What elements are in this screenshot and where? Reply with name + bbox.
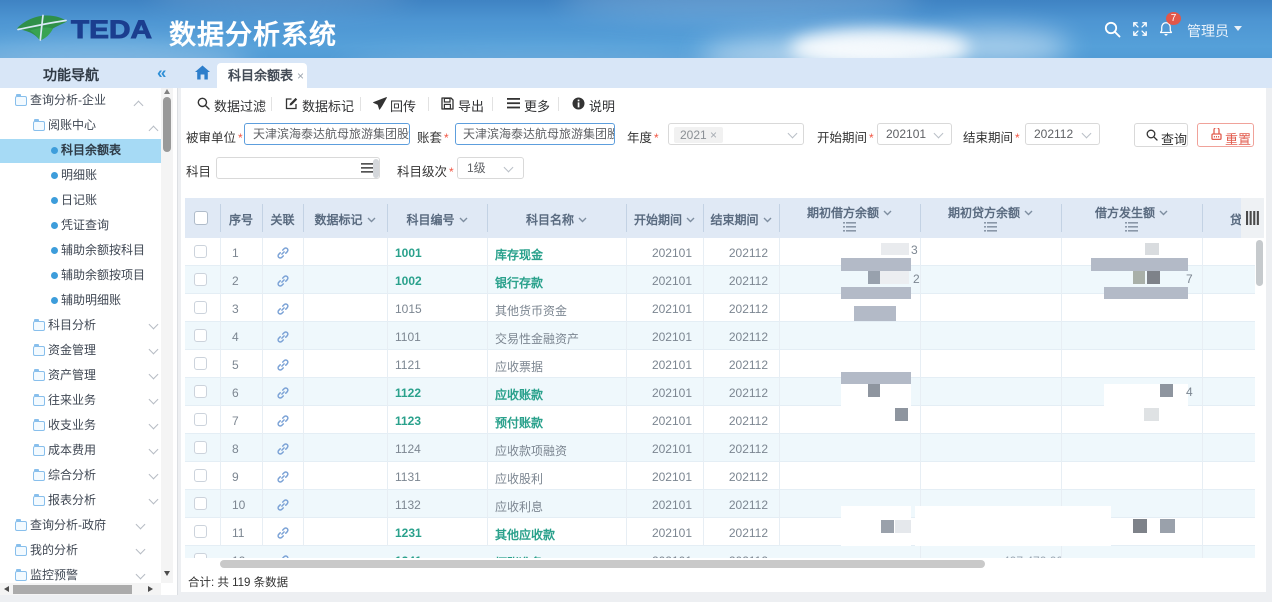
svg-text:TEDA: TEDA: [71, 16, 152, 44]
